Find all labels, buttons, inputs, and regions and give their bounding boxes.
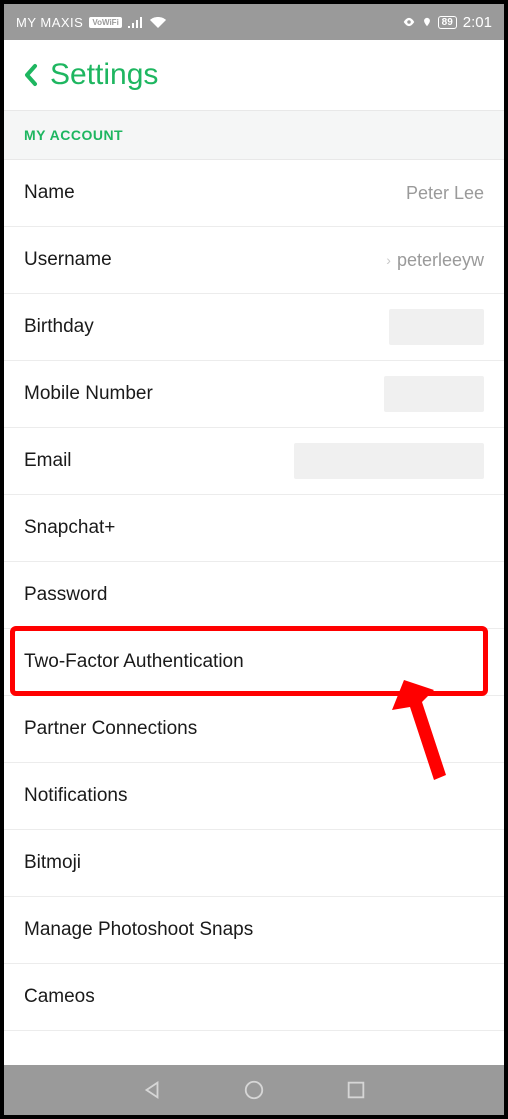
location-icon (422, 15, 432, 29)
row-password[interactable]: Password (4, 562, 504, 629)
row-mobile-number[interactable]: Mobile Number (4, 361, 504, 428)
row-label: Manage Photoshoot Snaps (24, 919, 253, 941)
redacted-value (389, 309, 484, 345)
vowifi-badge: VoWiFi (89, 17, 121, 28)
row-snapchat-plus[interactable]: Snapchat+ (4, 495, 504, 562)
android-nav-bar (4, 1065, 504, 1115)
row-username[interactable]: Username › peterleeyw (4, 227, 504, 294)
redacted-value (384, 376, 484, 412)
settings-list: Name Peter Lee Username › peterleeyw Bir… (4, 160, 504, 1065)
row-label: Snapchat+ (24, 517, 115, 539)
chevron-right-icon: › (386, 252, 391, 268)
row-label: Cameos (24, 986, 95, 1008)
signal-icon (128, 16, 144, 28)
row-label: Bitmoji (24, 852, 81, 874)
nav-home-icon[interactable] (243, 1079, 265, 1101)
row-label: Two-Factor Authentication (24, 651, 244, 673)
row-label: Partner Connections (24, 718, 197, 740)
row-cameos[interactable]: Cameos (4, 964, 504, 1031)
battery-indicator: 89 (438, 16, 457, 29)
row-bitmoji[interactable]: Bitmoji (4, 830, 504, 897)
eye-icon (402, 15, 416, 29)
row-partner-connections[interactable]: Partner Connections (4, 696, 504, 763)
status-bar: MY MAXIS VoWiFi 89 2:01 (4, 4, 504, 40)
row-two-factor-authentication[interactable]: Two-Factor Authentication (4, 629, 504, 696)
row-value: Peter Lee (406, 183, 484, 204)
page-title: Settings (50, 58, 158, 92)
nav-recent-icon[interactable] (345, 1079, 367, 1101)
row-name[interactable]: Name Peter Lee (4, 160, 504, 227)
redacted-value (294, 443, 484, 479)
row-label: Username (24, 249, 112, 271)
row-email[interactable]: Email (4, 428, 504, 495)
row-notifications[interactable]: Notifications (4, 763, 504, 830)
row-label: Email (24, 450, 72, 472)
row-birthday[interactable]: Birthday (4, 294, 504, 361)
row-label: Notifications (24, 785, 128, 807)
row-value: › peterleeyw (386, 250, 484, 271)
wifi-icon (150, 16, 166, 28)
nav-back-icon[interactable] (141, 1079, 163, 1101)
back-icon[interactable] (24, 63, 38, 87)
header: Settings (4, 40, 504, 110)
row-label: Password (24, 584, 107, 606)
carrier-label: MY MAXIS (16, 15, 83, 30)
row-label: Name (24, 182, 75, 204)
row-label: Birthday (24, 316, 94, 338)
row-manage-photoshoot-snaps[interactable]: Manage Photoshoot Snaps (4, 897, 504, 964)
section-header-my-account: MY ACCOUNT (4, 110, 504, 160)
row-label: Mobile Number (24, 383, 153, 405)
clock: 2:01 (463, 14, 492, 31)
